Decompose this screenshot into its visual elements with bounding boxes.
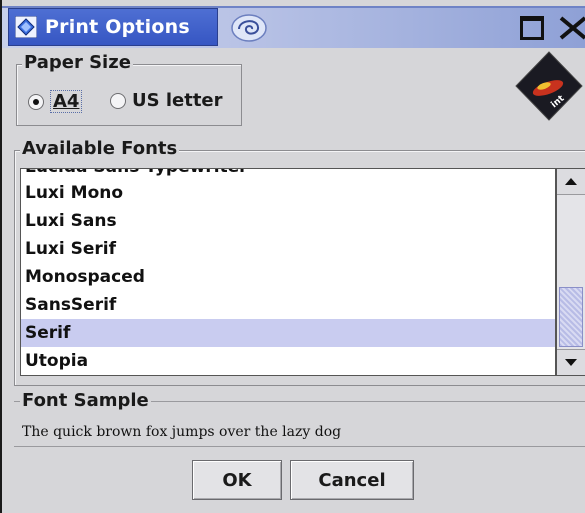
scroll-down-icon [565,359,577,366]
font-item-luxi-serif[interactable]: Luxi Serif [21,235,555,263]
cancel-button[interactable]: Cancel [290,460,414,500]
font-item-luxi-sans[interactable]: Luxi Sans [21,207,555,235]
font-item-luxi-mono[interactable]: Luxi Mono [21,179,555,207]
font-sample-text: The quick brown fox jumps over the lazy … [22,424,342,440]
paper-size-title: Paper Size [22,52,133,73]
font-item-sansserif[interactable]: SansSerif [21,291,555,319]
swirl-icon [231,14,267,42]
radio-a4-row[interactable]: A4 [28,90,83,113]
print-options-dialog: Print Options Paper Size A4 US letter in… [0,0,585,513]
window-title: Print Options [45,16,190,38]
title-tab: Print Options [8,8,218,46]
font-sample-bottom-divider [14,446,585,447]
scroll-thumb[interactable] [559,287,583,347]
radio-us-letter-label[interactable]: US letter [132,90,223,111]
font-item-utopia[interactable]: Utopia [21,347,555,375]
radio-us-letter-row[interactable]: US letter [110,90,223,111]
ok-button[interactable]: OK [192,460,282,500]
radio-us-letter[interactable] [110,92,126,109]
close-icon[interactable] [558,16,585,40]
scroll-down-button[interactable] [557,349,585,375]
radio-a4-label[interactable]: A4 [50,90,83,113]
font-partial-item[interactable]: Lucida Sans Typewriter [25,169,248,177]
available-fonts-title: Available Fonts [20,138,180,159]
radio-a4[interactable] [28,93,44,110]
font-list[interactable]: Lucida Sans Typewriter Luxi Mono Luxi Sa… [20,168,556,376]
app-diamond-icon [15,16,37,38]
scroll-up-icon [565,178,577,185]
font-item-monospaced[interactable]: Monospaced [21,263,555,291]
integral-logo: int [515,51,583,121]
title-bar[interactable]: Print Options [2,6,585,48]
font-list-scrollbar[interactable] [556,168,585,376]
font-item-serif[interactable]: Serif [21,319,555,347]
scroll-up-button[interactable] [557,169,585,195]
font-sample-title: Font Sample [20,390,151,411]
maximize-button[interactable] [520,16,544,40]
